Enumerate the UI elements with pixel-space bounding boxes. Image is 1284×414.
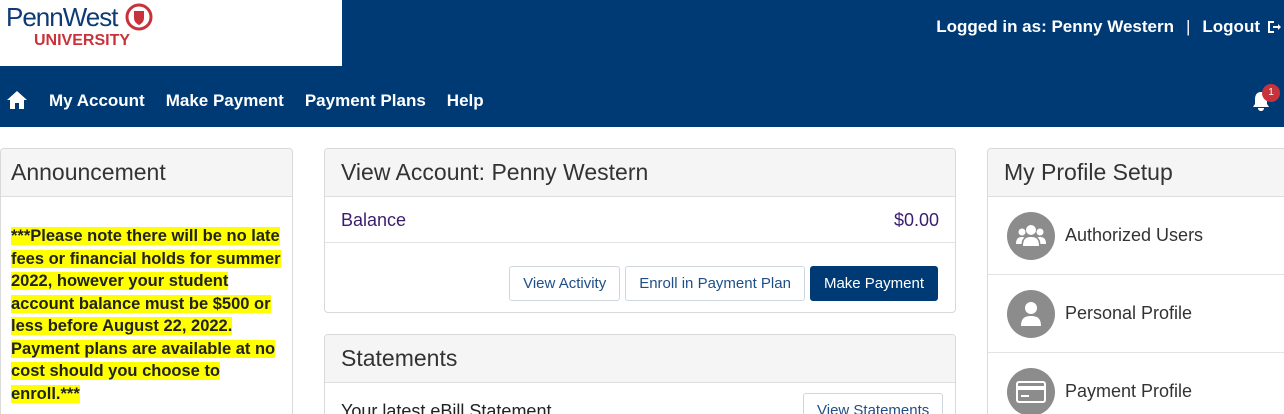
announcement-panel: Announcement ***Please note there will b… xyxy=(0,148,293,414)
nav-make-payment[interactable]: Make Payment xyxy=(166,91,284,111)
profile-setup-title: My Profile Setup xyxy=(988,149,1284,197)
main-nav: My Account Make Payment Payment Plans He… xyxy=(0,66,1284,127)
notification-badge[interactable]: 1 xyxy=(1262,84,1280,102)
profile-item-label: Payment Profile xyxy=(1065,381,1193,401)
view-account-title: View Account: Penny Western xyxy=(325,149,955,197)
credit-card-icon xyxy=(1007,367,1055,414)
balance-label: Balance xyxy=(341,209,407,230)
profile-item-personal-profile[interactable]: Personal Profile xyxy=(988,275,1284,353)
latest-statement-label: Your latest eBill Statement xyxy=(341,401,552,414)
separator: | xyxy=(1185,17,1191,36)
announcement-text: ***Please note there will be no late fee… xyxy=(11,227,281,403)
profile-setup-panel: My Profile Setup Authorized Users Person… xyxy=(987,148,1284,414)
view-activity-button[interactable]: View Activity xyxy=(509,266,621,301)
shield-icon xyxy=(125,3,153,31)
profile-item-label: Personal Profile xyxy=(1065,303,1193,323)
account-actions: View Activity Enroll in Payment Plan Mak… xyxy=(509,266,938,301)
person-icon xyxy=(1007,289,1055,338)
profile-item-label: Authorized Users xyxy=(1065,225,1204,245)
nav-help[interactable]: Help xyxy=(447,91,484,111)
nav-payment-plans[interactable]: Payment Plans xyxy=(305,91,426,111)
announcement-body: ***Please note there will be no late fee… xyxy=(1,197,292,405)
view-account-panel: View Account: Penny Western Balance $0.0… xyxy=(324,148,956,313)
nav-my-account[interactable]: My Account xyxy=(49,91,145,111)
users-icon xyxy=(1007,211,1055,260)
make-payment-button[interactable]: Make Payment xyxy=(809,266,938,301)
logout-link[interactable]: Logout xyxy=(1202,17,1260,37)
logo[interactable]: PennWest UNIVERSITY xyxy=(0,0,342,66)
profile-item-authorized-users[interactable]: Authorized Users xyxy=(988,197,1284,275)
logged-in-text: Logged in as: Penny Western xyxy=(936,17,1174,36)
view-statements-button[interactable]: View Statements xyxy=(803,393,944,414)
statements-title: Statements xyxy=(325,335,955,383)
user-status: Logged in as: Penny Western | Logout xyxy=(936,16,1284,38)
announcement-title: Announcement xyxy=(1,149,292,197)
statements-panel: Statements Your latest eBill Statement V… xyxy=(324,334,956,414)
home-icon[interactable] xyxy=(6,90,28,110)
logout-icon[interactable] xyxy=(1266,19,1282,35)
enroll-payment-plan-button[interactable]: Enroll in Payment Plan xyxy=(625,266,805,301)
profile-item-payment-profile[interactable]: Payment Profile xyxy=(988,353,1284,414)
balance-row: Balance $0.00 xyxy=(325,198,955,243)
logo-university: UNIVERSITY xyxy=(34,32,131,49)
balance-value: $0.00 xyxy=(893,209,939,230)
logo-brand: PennWest xyxy=(6,2,118,32)
top-header: PennWest UNIVERSITY Logged in as: Penny … xyxy=(0,0,1284,127)
